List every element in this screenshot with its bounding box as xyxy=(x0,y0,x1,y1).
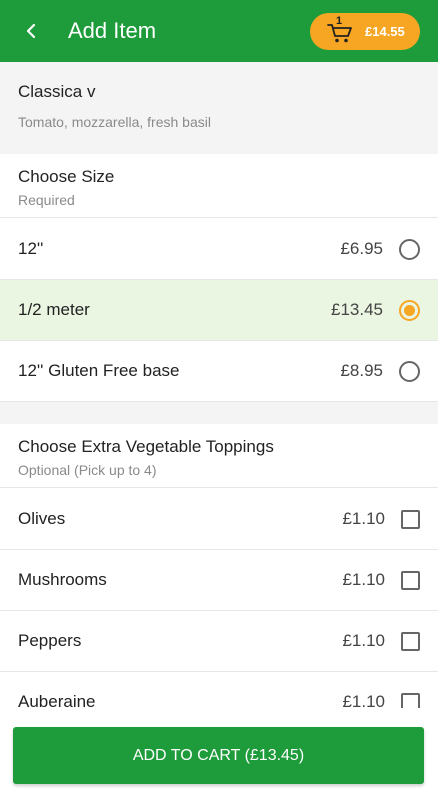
back-button[interactable] xyxy=(0,0,62,62)
cart-button[interactable]: 1 £14.55 xyxy=(310,13,420,50)
option-label: Olives xyxy=(18,509,66,528)
chevron-left-icon xyxy=(26,23,36,39)
radio-button[interactable] xyxy=(399,360,420,382)
toppings-section-subtitle: Optional (Pick up to 4) xyxy=(18,462,157,478)
radio-button[interactable] xyxy=(399,238,420,260)
cart-count-badge: 1 xyxy=(336,14,343,27)
size-option-gluten-free[interactable]: 12'' Gluten Free base £8.95 xyxy=(0,341,438,402)
cart-total: £14.55 xyxy=(365,24,405,39)
footer-bar: ADD TO CART (£13.45) xyxy=(0,708,438,800)
checkbox[interactable] xyxy=(401,631,420,651)
topping-option-olives[interactable]: Olives £1.10 xyxy=(0,489,438,550)
option-price: £1.10 xyxy=(342,570,385,589)
topping-option-mushrooms[interactable]: Mushrooms £1.10 xyxy=(0,550,438,611)
app-header: Add Item 1 £14.55 xyxy=(0,0,438,62)
checkbox[interactable] xyxy=(401,570,420,590)
toppings-section-header: Choose Extra Vegetable Toppings Optional… xyxy=(0,424,438,488)
option-label: Peppers xyxy=(18,631,82,650)
toppings-section-title: Choose Extra Vegetable Toppings xyxy=(18,437,274,456)
size-section-title: Choose Size xyxy=(18,167,115,186)
option-price: £13.45 xyxy=(331,300,383,319)
product-description: Tomato, mozzarella, fresh basil xyxy=(18,114,211,130)
product-name: Classica v xyxy=(18,82,96,101)
size-option-12[interactable]: 12'' £6.95 xyxy=(0,219,438,280)
option-price: £1.10 xyxy=(342,509,385,528)
cart-icon: 1 xyxy=(327,15,353,44)
option-price: £6.95 xyxy=(340,239,383,258)
option-price: £8.95 xyxy=(340,361,383,380)
option-price: £1.10 xyxy=(342,631,385,650)
option-label: Mushrooms xyxy=(18,570,107,589)
option-label: 12'' Gluten Free base xyxy=(18,361,180,380)
size-section-subtitle: Required xyxy=(18,192,75,208)
section-divider xyxy=(0,402,438,424)
page-title: Add Item xyxy=(68,18,157,43)
option-label: 1/2 meter xyxy=(18,300,90,319)
radio-button-selected[interactable] xyxy=(399,299,420,321)
checkbox[interactable] xyxy=(401,509,420,529)
topping-option-peppers[interactable]: Peppers £1.10 xyxy=(0,611,438,672)
size-option-half-meter[interactable]: 1/2 meter £13.45 xyxy=(0,280,438,341)
size-section-header: Choose Size Required xyxy=(0,154,438,218)
option-label: 12'' xyxy=(18,239,44,258)
add-to-cart-button[interactable]: ADD TO CART (£13.45) xyxy=(13,727,424,784)
product-info: Classica v Tomato, mozzarella, fresh bas… xyxy=(0,62,438,154)
